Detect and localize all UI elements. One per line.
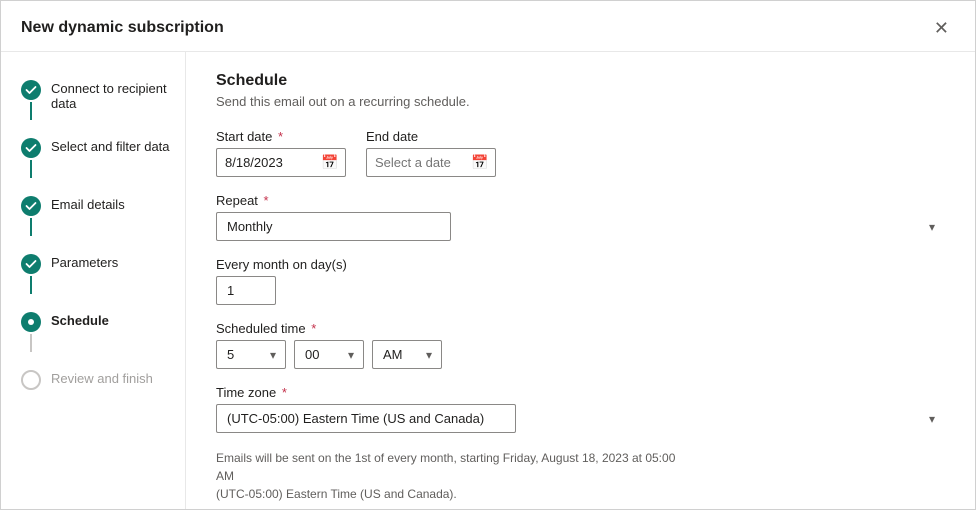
step-circle-parameters <box>21 254 41 274</box>
scheduled-time-label: Scheduled time * <box>216 321 945 336</box>
sidebar-item-select[interactable]: Select and filter data <box>21 130 185 188</box>
dialog-body: Connect to recipient data Select and fil… <box>1 52 975 509</box>
end-date-label: End date <box>366 129 496 144</box>
time-row: 5 1234 6789 101112 ▾ 00 153045 ▾ <box>216 340 945 369</box>
dialog-header: New dynamic subscription ✕ <box>1 1 975 52</box>
step-circle-select <box>21 138 41 158</box>
section-title: Schedule <box>216 72 945 90</box>
calendar-icon-end[interactable]: 📅 <box>471 154 488 171</box>
timezone-label: Time zone * <box>216 385 945 400</box>
step-label-review: Review and finish <box>51 370 153 386</box>
step-label-select: Select and filter data <box>51 138 170 154</box>
calendar-icon-start[interactable]: 📅 <box>321 154 338 171</box>
date-row: Start date * 📅 End date 📅 <box>216 129 945 177</box>
repeat-group: Repeat * Monthly Daily Weekly Hourly ▾ <box>216 193 945 241</box>
main-content: Schedule Send this email out on a recurr… <box>186 52 975 509</box>
repeat-label: Repeat * <box>216 193 945 208</box>
ampm-select[interactable]: AM PM <box>372 340 442 369</box>
step-circle-schedule <box>21 312 41 332</box>
minute-select[interactable]: 00 153045 <box>294 340 364 369</box>
repeat-select[interactable]: Monthly Daily Weekly Hourly <box>216 212 451 241</box>
step-circle-email <box>21 196 41 216</box>
timezone-select-wrap: (UTC-05:00) Eastern Time (US and Canada)… <box>216 404 945 433</box>
timezone-group: Time zone * (UTC-05:00) Eastern Time (US… <box>216 385 945 433</box>
end-date-input-wrap[interactable]: 📅 <box>366 148 496 177</box>
step-circle-review <box>21 370 41 390</box>
close-button[interactable]: ✕ <box>928 17 955 39</box>
step-line-3 <box>30 218 32 236</box>
repeat-select-wrap: Monthly Daily Weekly Hourly ▾ <box>216 212 945 241</box>
step-line-2 <box>30 160 32 178</box>
repeat-select-arrow-icon: ▾ <box>929 220 935 234</box>
sidebar-item-review[interactable]: Review and finish <box>21 362 185 398</box>
sidebar: Connect to recipient data Select and fil… <box>1 52 186 509</box>
start-date-input-wrap[interactable]: 📅 <box>216 148 346 177</box>
sidebar-item-email[interactable]: Email details <box>21 188 185 246</box>
step-label-connect: Connect to recipient data <box>51 80 185 111</box>
step-line-4 <box>30 276 32 294</box>
start-date-input[interactable] <box>225 155 315 170</box>
step-label-schedule: Schedule <box>51 312 109 328</box>
start-date-group: Start date * 📅 <box>216 129 346 177</box>
scheduled-time-group: Scheduled time * 5 1234 6789 101112 ▾ <box>216 321 945 369</box>
sidebar-item-parameters[interactable]: Parameters <box>21 246 185 304</box>
timezone-select[interactable]: (UTC-05:00) Eastern Time (US and Canada)… <box>216 404 516 433</box>
hour-select[interactable]: 5 1234 6789 101112 <box>216 340 286 369</box>
minute-select-wrap: 00 153045 ▾ <box>294 340 364 369</box>
section-desc: Send this email out on a recurring sched… <box>216 94 945 109</box>
hour-select-wrap: 5 1234 6789 101112 ▾ <box>216 340 286 369</box>
ampm-select-wrap: AM PM ▾ <box>372 340 442 369</box>
every-month-label: Every month on day(s) <box>216 257 945 272</box>
start-date-label: Start date * <box>216 129 346 144</box>
every-month-input[interactable] <box>216 276 276 305</box>
every-month-group: Every month on day(s) <box>216 257 945 305</box>
info-text: Emails will be sent on the 1st of every … <box>216 449 696 503</box>
dialog: New dynamic subscription ✕ Connect to re… <box>0 0 976 510</box>
step-label-parameters: Parameters <box>51 254 118 270</box>
step-line-5 <box>30 334 32 352</box>
required-marker: * <box>274 129 283 144</box>
step-label-email: Email details <box>51 196 125 212</box>
sidebar-item-schedule[interactable]: Schedule <box>21 304 185 362</box>
step-circle-connect <box>21 80 41 100</box>
dialog-title: New dynamic subscription <box>21 19 224 37</box>
end-date-group: End date 📅 <box>366 129 496 177</box>
end-date-input[interactable] <box>375 155 465 170</box>
timezone-select-arrow-icon: ▾ <box>929 412 935 426</box>
sidebar-item-connect[interactable]: Connect to recipient data <box>21 72 185 130</box>
step-line-1 <box>30 102 32 120</box>
